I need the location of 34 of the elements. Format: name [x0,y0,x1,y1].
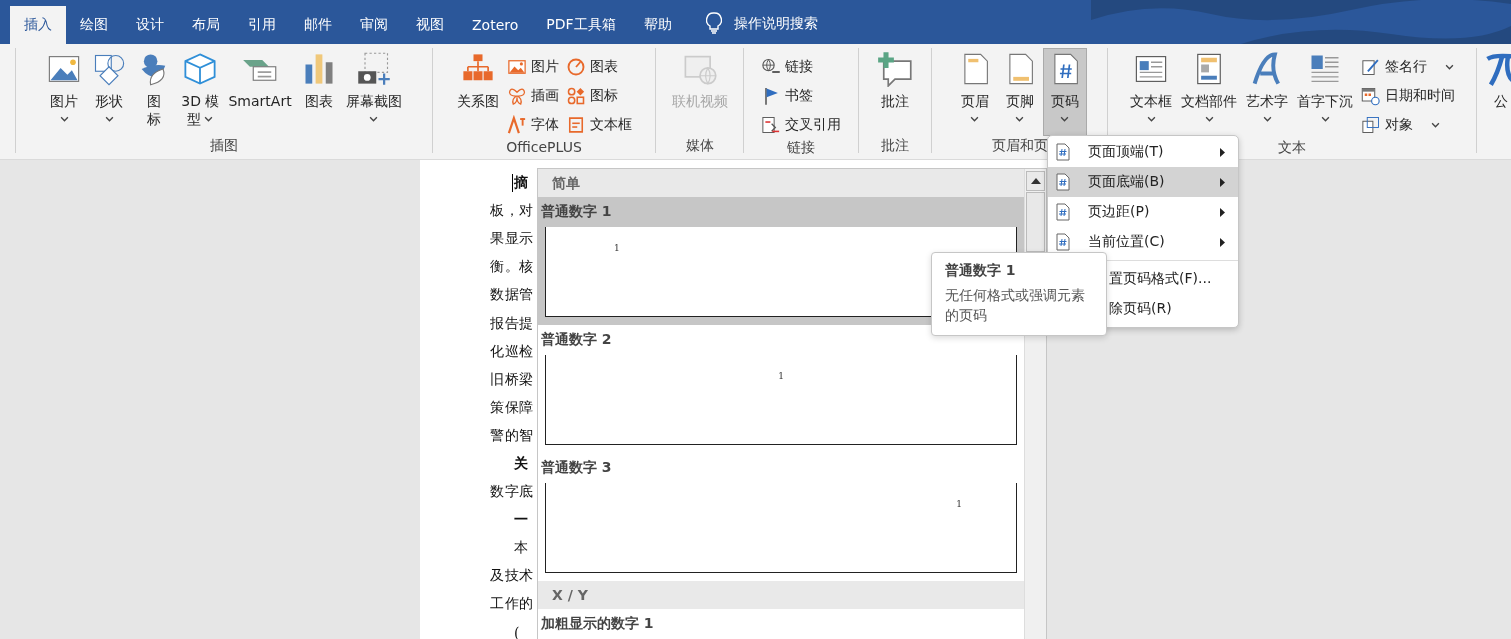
document-text: 报告提 [490,314,534,333]
document-text: 化巡检 [490,342,534,361]
tooltip-title: 普通数字 1 [945,261,1017,280]
document-text: 及技术 [490,567,534,586]
document-text: 本 [514,539,529,558]
gallery-section-header: X / Y [538,581,1024,609]
document-text: 一 [514,511,529,530]
page-number: 1 [614,243,620,254]
group-label: 媒体 [685,137,714,153]
document-text: 摘 [514,174,529,193]
group-label: 批注 [881,137,909,153]
gallery-item-title: 加粗显示的数字 1 [540,614,655,633]
document-text: 衡。核 [490,258,534,277]
document-text: 板，对 [490,202,534,221]
gallery-item-title: 普通数字 1 [540,202,613,221]
group-label: 插图 [210,137,238,153]
gallery-item-title: 普通数字 3 [540,458,613,477]
gallery-item-title: 普通数字 2 [540,330,613,349]
gallery-section-header: 简单 [538,169,1024,197]
document-text: 工作的 [490,595,534,614]
document-text: 数字底 [490,483,534,502]
document-text: 数据管 [490,286,534,305]
group-label: OfficePLUS [506,139,582,155]
group-label: 链接 [787,139,815,155]
document-text: 策保障 [490,398,534,417]
page-number: 1 [778,371,784,382]
document-text: 果显示 [490,230,534,249]
document-text: 旧桥梁 [490,370,534,389]
group-label: 页眉和页 [991,137,1048,153]
document-text: 警的智 [490,426,534,445]
group-label: 文本 [1278,139,1306,155]
document-text: 关 [514,455,529,473]
document-text: ( [514,624,520,639]
page-number: 1 [956,499,962,510]
